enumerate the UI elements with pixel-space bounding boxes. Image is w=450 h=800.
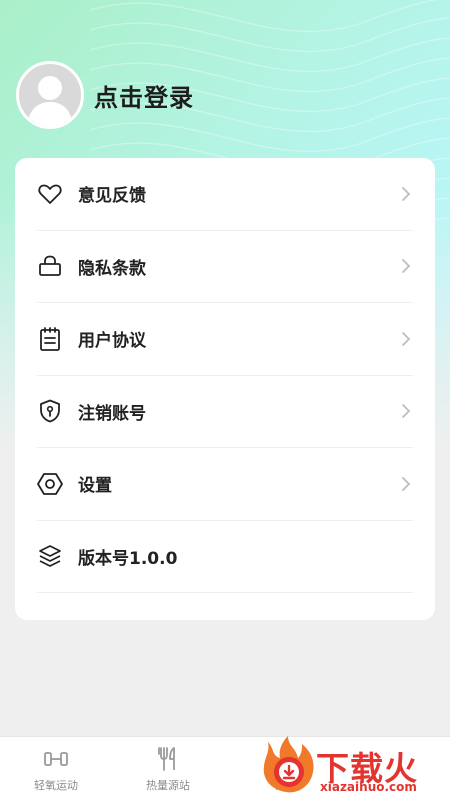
default-user-icon — [27, 76, 73, 126]
tab-calorie-station[interactable]: 热量源站 — [112, 737, 224, 800]
menu-item-label: 设置 — [78, 476, 112, 497]
chevron-right-icon — [402, 186, 411, 201]
menu-item-delete-account[interactable]: 注销账号 — [37, 376, 413, 448]
avatar[interactable] — [16, 61, 84, 129]
notepad-icon — [37, 326, 63, 352]
flame-logo-icon — [263, 736, 314, 793]
heart-icon — [37, 181, 63, 207]
menu-item-label: 注销账号 — [78, 403, 146, 424]
tab-label: 轻氧运动 — [34, 778, 78, 792]
menu-item-privacy[interactable]: 隐私条款 — [37, 231, 413, 303]
menu-item-label: 用户协议 — [78, 331, 146, 352]
tab-label: 热量源站 — [146, 778, 190, 792]
menu-item-label: 意见反馈 — [78, 186, 146, 207]
bag-icon — [37, 253, 63, 279]
settings-menu-card: 意见反馈 隐私条款 用户协议 注销账号 设置 版本号1.0.0 — [15, 158, 435, 620]
layers-icon — [37, 543, 63, 569]
menu-item-version: 版本号1.0.0 — [37, 521, 413, 593]
fork-knife-icon — [154, 745, 182, 773]
login-link[interactable]: 点击登录 — [94, 78, 194, 113]
tab-light-oxygen-sport[interactable]: 轻氧运动 — [0, 737, 112, 800]
watermark-url: xiazaihuo.com — [320, 780, 417, 794]
profile-header[interactable]: 点击登录 — [16, 60, 194, 130]
watermark-logo: 下载火 xiazaihuo.com — [258, 736, 448, 796]
chevron-right-icon — [402, 331, 411, 346]
menu-item-feedback[interactable]: 意见反馈 — [37, 158, 413, 231]
menu-item-settings[interactable]: 设置 — [37, 448, 413, 521]
version-label: 版本号1.0.0 — [78, 548, 178, 569]
menu-item-label: 隐私条款 — [78, 258, 146, 279]
hexagon-gear-icon — [37, 471, 63, 497]
dumbbell-icon — [42, 745, 70, 773]
chevron-right-icon — [402, 404, 411, 419]
chevron-right-icon — [402, 259, 411, 274]
menu-item-user-agreement[interactable]: 用户协议 — [37, 303, 413, 376]
chevron-right-icon — [402, 476, 411, 491]
shield-keyhole-icon — [37, 398, 63, 424]
